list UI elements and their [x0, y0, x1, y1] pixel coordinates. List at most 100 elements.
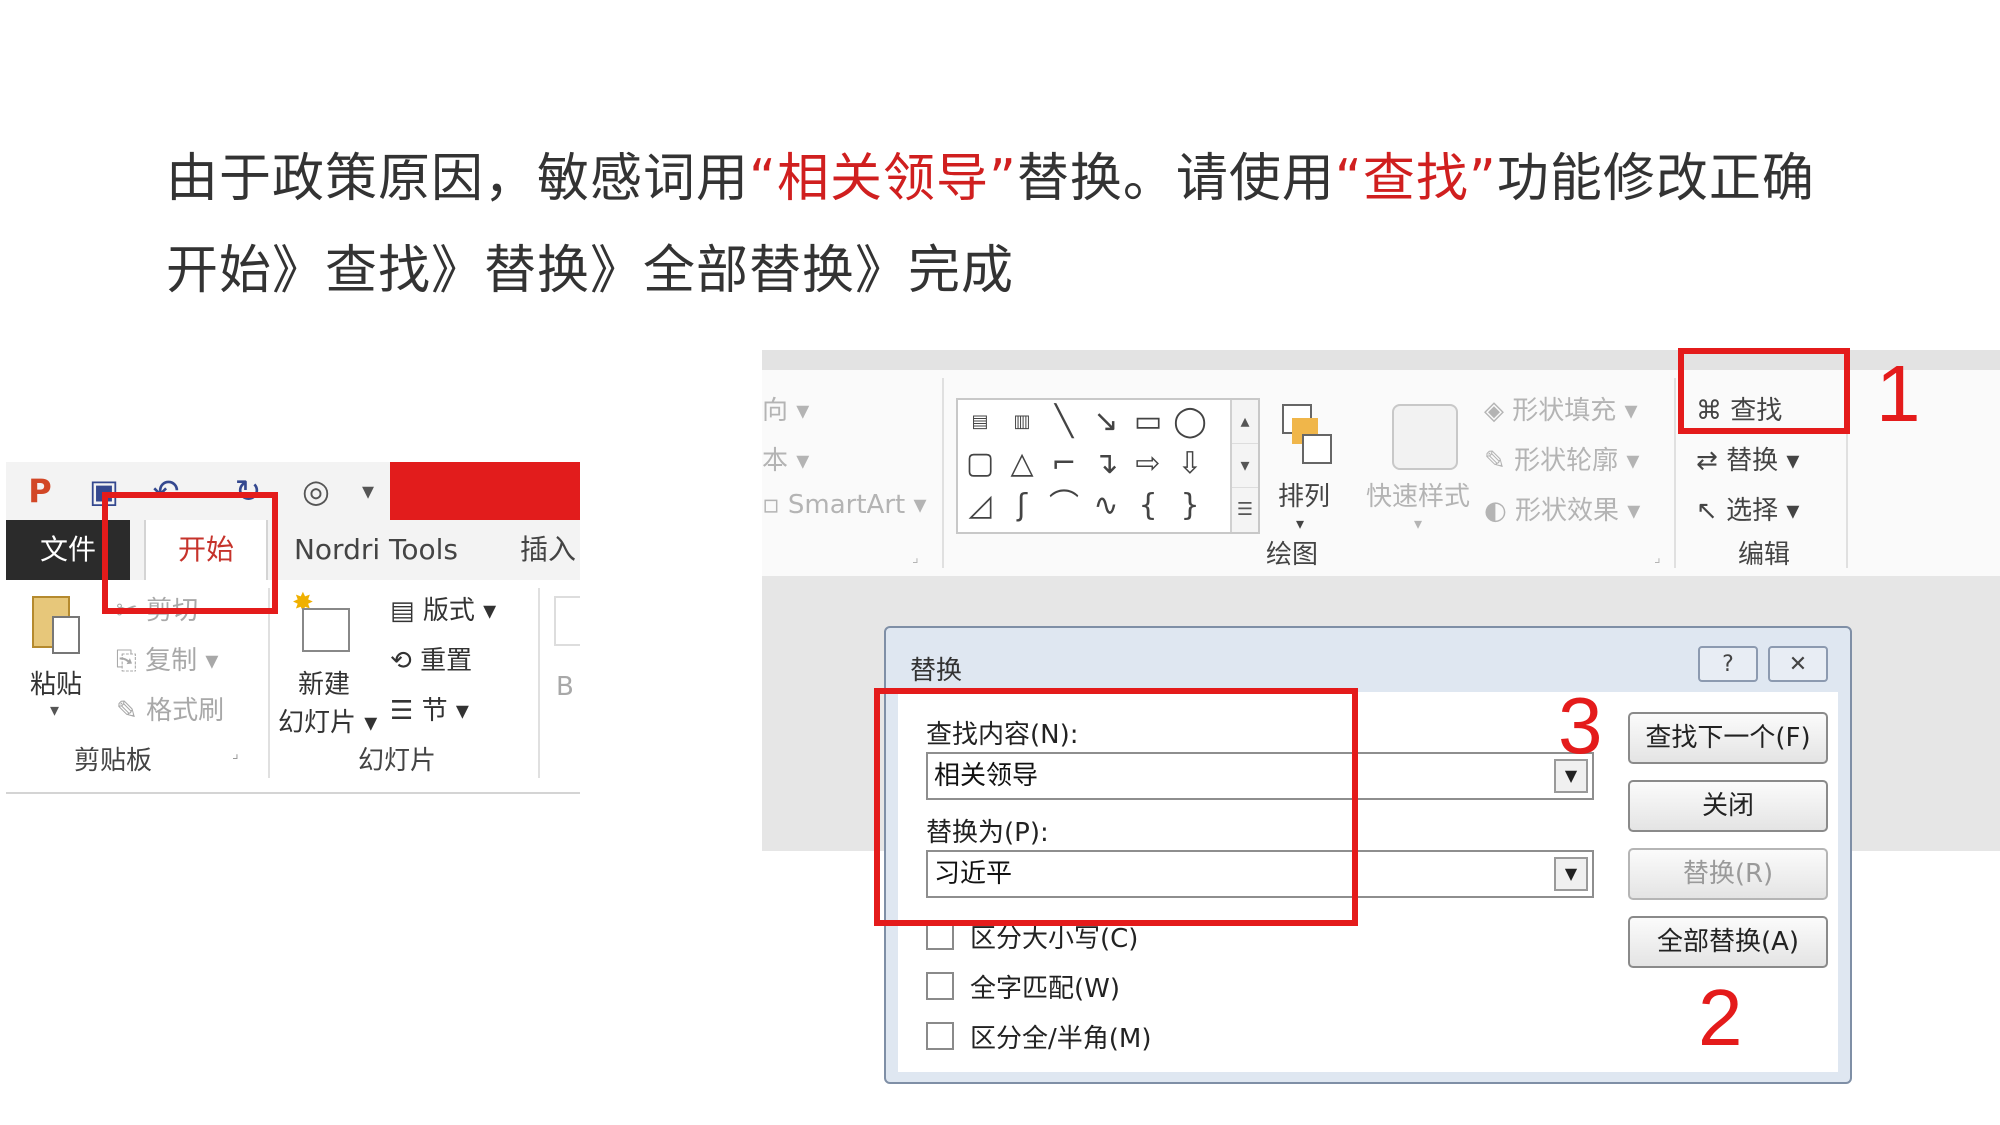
- right-brace-icon[interactable]: }: [1172, 488, 1208, 524]
- match-width-checkbox[interactable]: [926, 1022, 954, 1050]
- align-text-button[interactable]: 本 ▾: [762, 440, 809, 477]
- find-next-button[interactable]: 查找下一个(F): [1628, 712, 1828, 764]
- arrange-dropdown-icon[interactable]: ▾: [1296, 514, 1304, 533]
- pen-icon: ✎: [1484, 446, 1515, 476]
- powerpoint-home-ribbon: P ▣ ↶ ↻ ◎ ▾ 文件 开始 Nordri Tools 插入 粘贴 ▾ ✂…: [6, 462, 580, 794]
- ribbon-tabs: 文件 开始 Nordri Tools 插入: [6, 520, 580, 580]
- paste-button[interactable]: [26, 590, 84, 660]
- copy-icon: ⎘: [116, 646, 146, 676]
- curve-icon[interactable]: ∿: [1088, 488, 1124, 524]
- effects-icon: ◐: [1484, 496, 1515, 526]
- replace-button[interactable]: ⇄ 替换 ▾: [1696, 440, 1799, 477]
- paste-label: 粘贴: [30, 670, 83, 700]
- drawing-group-label: 绘图: [1266, 540, 1319, 570]
- gallery-up-icon[interactable]: ▴: [1232, 400, 1258, 444]
- replace-all-button[interactable]: 全部替换(A): [1628, 916, 1828, 968]
- home-ribbon-body: 粘贴 ▾ ✂ 剪切 ⎘ 复制 ▾ ✎ 格式刷 剪贴板 ⌟ ✸ 新建 幻灯片 ▾ …: [6, 580, 580, 792]
- slide-icon: [302, 608, 350, 652]
- format-painter-button[interactable]: ✎ 格式刷: [116, 690, 224, 727]
- highlight-box-home-tab: [102, 492, 278, 614]
- dialog-title: 替换: [910, 656, 963, 686]
- replace-button[interactable]: 替换(R): [1628, 848, 1828, 900]
- chevron-down-icon[interactable]: ▼: [1554, 857, 1588, 891]
- bold-button[interactable]: B: [556, 672, 574, 702]
- match-width-label: 区分全/半角(M): [970, 1024, 1152, 1054]
- paste-dropdown-icon[interactable]: ▾: [50, 700, 59, 721]
- tab-insert[interactable]: 插入: [516, 520, 580, 580]
- left-brace-icon[interactable]: {: [1130, 488, 1166, 524]
- gallery-scrollbar[interactable]: ▴ ▾ ☰: [1230, 400, 1258, 532]
- quick-styles-icon[interactable]: [1392, 404, 1458, 470]
- help-button[interactable]: ?: [1698, 646, 1758, 682]
- close-dialog-button[interactable]: ✕: [1768, 646, 1828, 682]
- section-icon: ☰: [390, 696, 422, 726]
- section-button[interactable]: ☰ 节 ▾: [390, 690, 469, 727]
- select-button[interactable]: ↖ 选择 ▾: [1696, 490, 1799, 527]
- rectangle-icon[interactable]: ▭: [1130, 404, 1166, 440]
- cursor-icon: ↖: [1696, 496, 1727, 526]
- vertical-text-box-icon[interactable]: ▥: [1004, 404, 1040, 440]
- close-button[interactable]: 关闭: [1628, 780, 1828, 832]
- present-icon[interactable]: ◎: [296, 472, 336, 510]
- text-box-icon[interactable]: ▤: [962, 404, 998, 440]
- step-number-3: 3: [1558, 681, 1603, 770]
- oval-icon[interactable]: ◯: [1172, 404, 1208, 440]
- shapes-gallery[interactable]: ▤ ▥ ╲ ↘ ▭ ◯ ▢ △ ⌐ ↴ ⇨ ⇩ ◿ ʃ ⌒ ∿ { } ▴ ▾ …: [956, 398, 1260, 534]
- instruction-line-1: 由于政策原因，敏感词用“相关领导”替换。请使用“查找”功能修改正确: [166, 136, 1815, 211]
- group-divider: [1674, 378, 1676, 568]
- instruction-text: 替换。请使用: [1016, 149, 1335, 209]
- quick-styles-label: 快速样式: [1366, 482, 1471, 512]
- clipboard-group-label: 剪贴板: [74, 746, 153, 776]
- reset-button[interactable]: ⟲ 重置: [390, 640, 472, 677]
- instruction-text: 由于政策原因，敏感词用: [166, 149, 750, 209]
- whole-word-checkbox[interactable]: [926, 972, 954, 1000]
- smartart-icon: ▫: [762, 490, 788, 520]
- shape-effects-button[interactable]: ◐ 形状效果 ▾: [1484, 490, 1640, 527]
- gallery-down-icon[interactable]: ▾: [1232, 444, 1258, 488]
- text-direction-button[interactable]: 向 ▾: [762, 390, 809, 427]
- editing-group-label: 编辑: [1738, 540, 1791, 570]
- shape-fill-button[interactable]: ◈ 形状填充 ▾: [1484, 390, 1638, 427]
- paint-bucket-icon: ◈: [1484, 396, 1513, 426]
- dialog-launcher-icon[interactable]: ⌟: [232, 746, 239, 762]
- arrange-button[interactable]: [1278, 404, 1334, 464]
- new-slide-button[interactable]: ✸: [292, 590, 352, 656]
- arc-icon[interactable]: ⌒: [1046, 488, 1082, 524]
- quick-styles-dropdown-icon[interactable]: ▾: [1414, 514, 1422, 533]
- elbow-connector-icon[interactable]: ⌐: [1046, 446, 1082, 482]
- arrow-line-icon[interactable]: ↘: [1088, 404, 1124, 440]
- redaction-bar: [390, 462, 580, 520]
- whole-word-label: 全字匹配(W): [970, 974, 1120, 1004]
- gallery-more-icon[interactable]: ☰: [1232, 488, 1258, 531]
- instruction-highlight: “相关领导”: [749, 149, 1017, 209]
- elbow-arrow-icon[interactable]: ↴: [1088, 446, 1124, 482]
- scribble-icon[interactable]: ʃ: [1004, 488, 1040, 524]
- layout-button[interactable]: ▤ 版式 ▾: [390, 590, 496, 627]
- instruction-line-2: 开始》查找》替换》全部替换》完成: [166, 241, 1015, 301]
- dialog-launcher-icon[interactable]: ⌟: [912, 550, 919, 566]
- group-divider: [538, 588, 540, 778]
- group-divider: [268, 588, 270, 778]
- slides-group-label: 幻灯片: [358, 746, 437, 776]
- match-case-checkbox[interactable]: [926, 922, 954, 950]
- line-icon[interactable]: ╲: [1046, 404, 1082, 440]
- layout-icon: ▤: [390, 596, 423, 626]
- freeform-icon[interactable]: ◿: [962, 488, 998, 524]
- powerpoint-logo-icon: P: [28, 472, 52, 510]
- highlight-box-find: [1678, 348, 1850, 434]
- triangle-icon[interactable]: △: [1004, 446, 1040, 482]
- new-slide-label-1: 新建: [298, 670, 351, 700]
- tab-nordri-tools[interactable]: Nordri Tools: [286, 520, 466, 580]
- convert-smartart-button[interactable]: ▫ SmartArt ▾: [762, 490, 927, 520]
- right-arrow-icon[interactable]: ⇨: [1130, 446, 1166, 482]
- down-arrow-icon[interactable]: ⇩: [1172, 446, 1208, 482]
- shape-outline-button[interactable]: ✎ 形状轮廓 ▾: [1484, 440, 1639, 477]
- dialog-launcher-icon[interactable]: ⌟: [1654, 550, 1661, 566]
- arrange-icon-back: [1302, 434, 1332, 464]
- new-slide-label-2: 幻灯片 ▾: [278, 708, 378, 738]
- rounded-rectangle-icon[interactable]: ▢: [962, 446, 998, 482]
- quick-access-toolbar: P ▣ ↶ ↻ ◎ ▾: [6, 462, 580, 520]
- customize-qat-icon[interactable]: ▾: [356, 472, 380, 510]
- font-name-box[interactable]: [554, 596, 580, 646]
- copy-button[interactable]: ⎘ 复制 ▾: [116, 640, 218, 677]
